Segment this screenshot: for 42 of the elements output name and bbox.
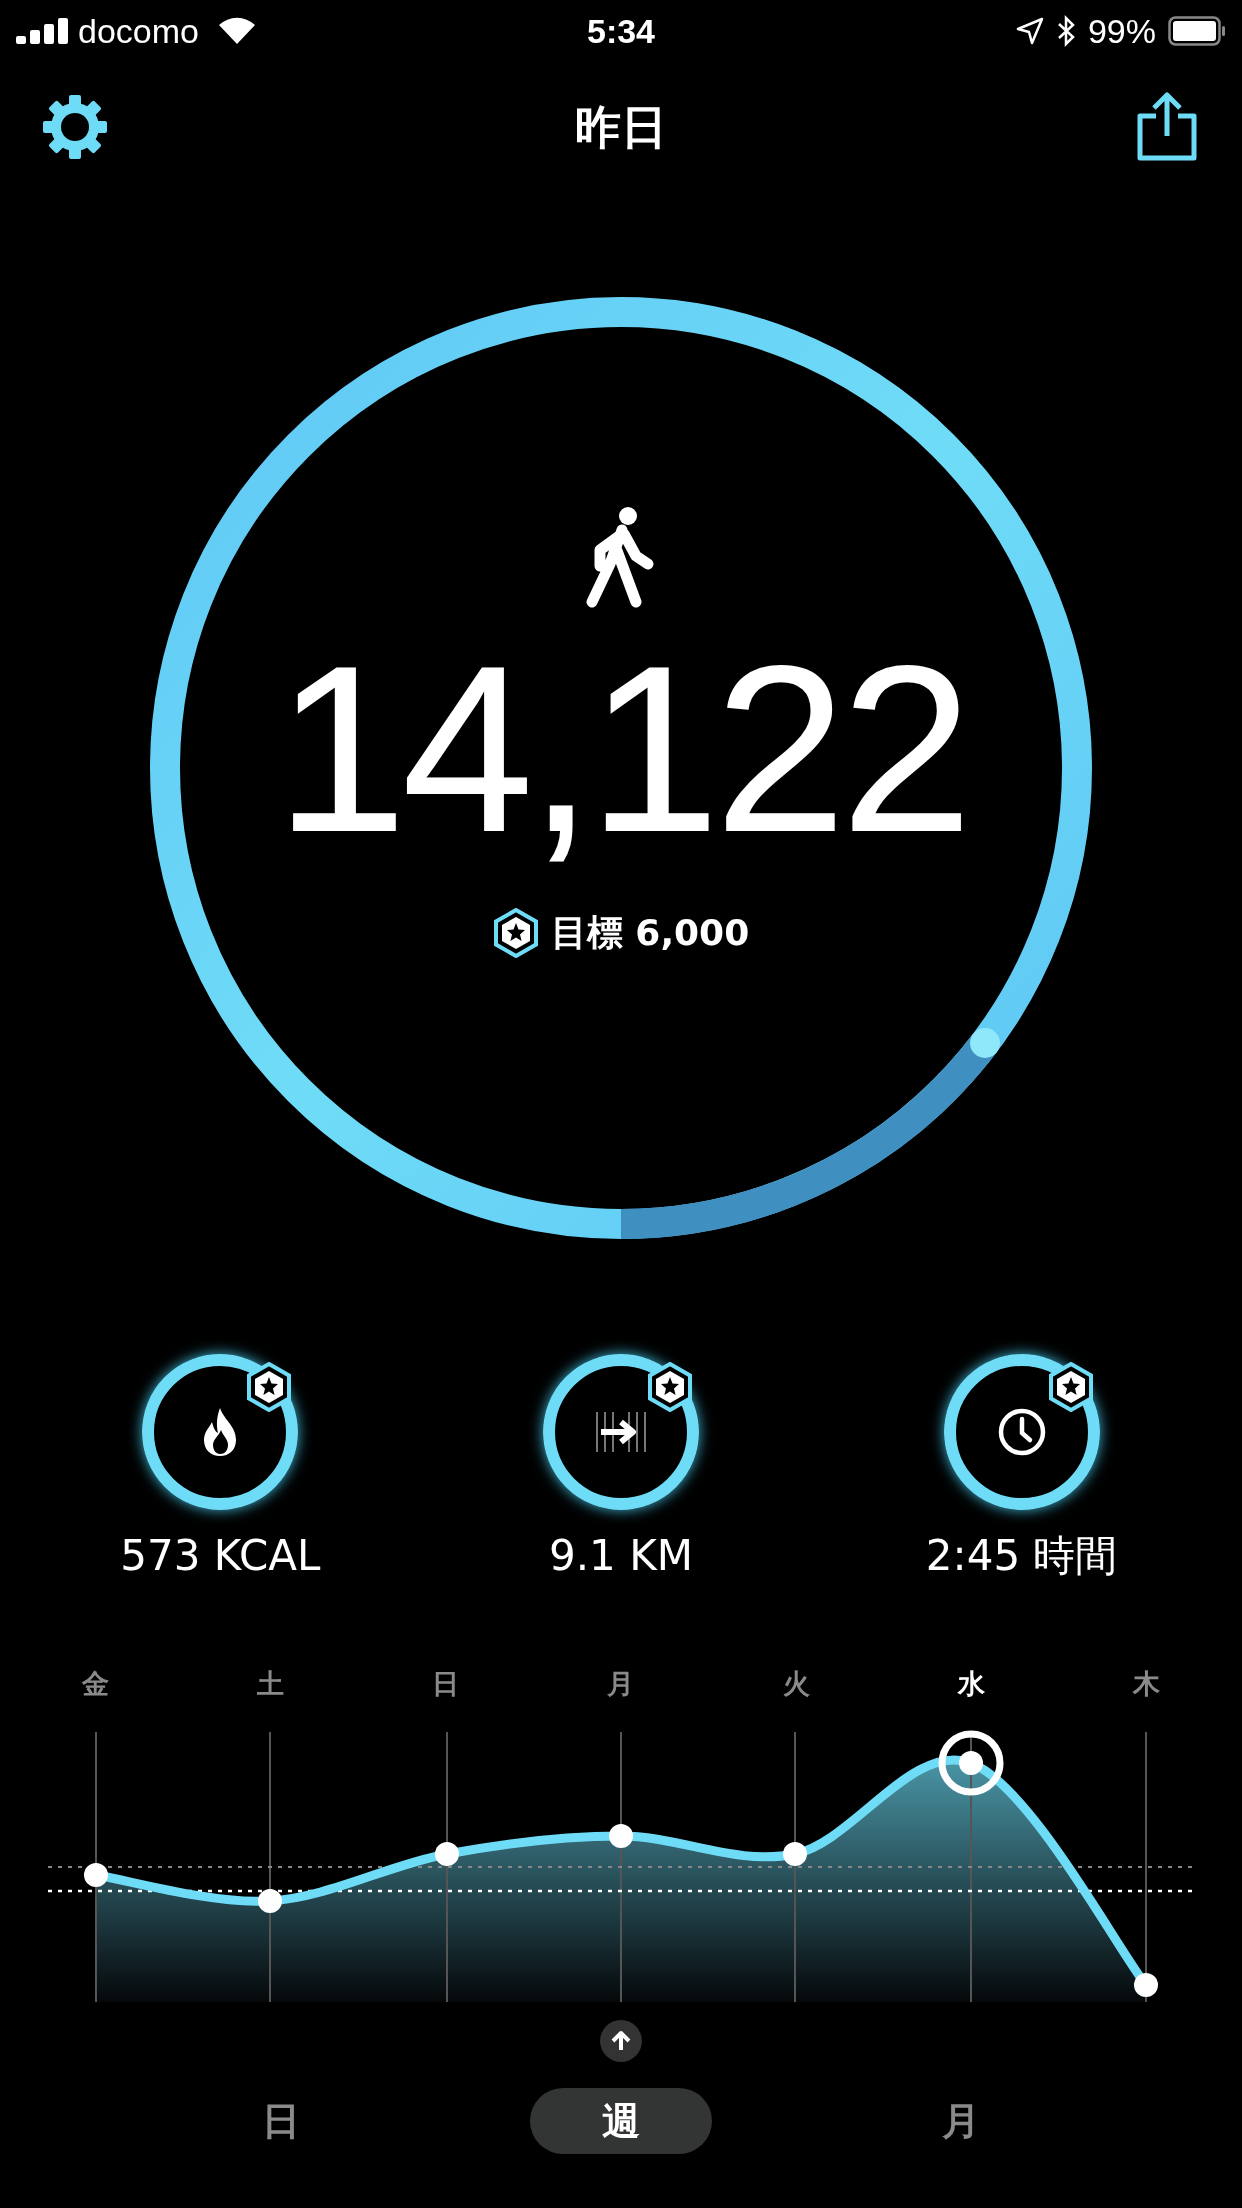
stat-value: 9.1 KM [549,1530,693,1582]
period-tab[interactable]: 月 [870,2088,1052,2154]
stat-value: 2:45 時間 [925,1530,1118,1582]
period-tab[interactable]: 週 [530,2088,712,2154]
data-point [84,1863,108,1887]
data-point [1134,1973,1158,1997]
settings-icon [42,94,108,160]
battery-percent: 99% [1087,10,1156,52]
star-badge-icon [1047,1362,1094,1412]
carrier-name: docomo [78,10,199,52]
arrow-up-icon [610,2030,632,2052]
walking-person-icon [586,506,656,610]
signal-icon [16,18,70,44]
settings-button[interactable] [40,92,110,162]
data-point [959,1751,983,1775]
star-badge-icon [647,1362,693,1412]
data-point [435,1842,459,1866]
arrow-right-icon [593,1410,649,1454]
goal-label: 目標 6,000 [550,911,750,955]
share-icon [1136,92,1198,162]
period-tab[interactable]: 日 [190,2088,372,2154]
star-badge-icon [492,908,539,958]
day-label[interactable]: 土 [183,1664,359,1705]
wifi-icon [216,16,257,46]
star-badge-icon [246,1362,293,1412]
data-point [258,1889,282,1913]
day-label[interactable]: 水 [883,1664,1059,1705]
location-arrow-icon [1015,17,1044,45]
expand-up-button[interactable] [600,2020,642,2062]
screen-title: 昨日 [575,98,667,156]
day-label[interactable]: 月 [533,1664,709,1705]
clock-icon [996,1407,1047,1457]
day-label[interactable]: 火 [708,1664,884,1705]
status-time: 5:34 [586,10,656,52]
data-point [609,1824,633,1848]
step-count: 14,122 [275,630,967,868]
day-label[interactable]: 金 [8,1664,184,1705]
battery-icon [1168,16,1226,46]
day-label[interactable]: 木 [1058,1664,1234,1705]
stat-value: 573 KCAL [120,1530,321,1582]
data-point [783,1842,807,1866]
day-label[interactable]: 日 [358,1664,534,1705]
